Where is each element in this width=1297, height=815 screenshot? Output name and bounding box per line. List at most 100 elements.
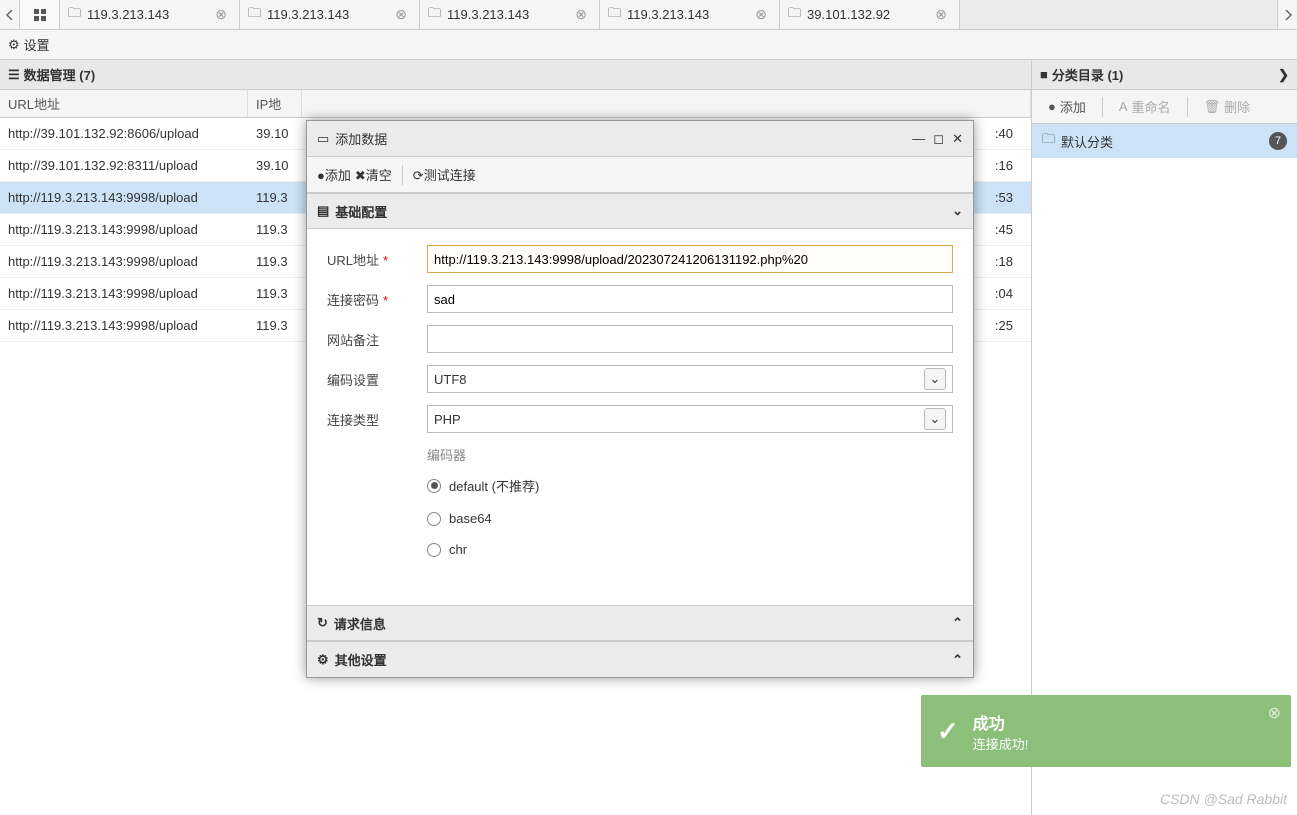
tab-item[interactable]: 🗀 119.3.213.143 ⊗ <box>60 0 240 29</box>
check-icon: ✓ <box>937 716 959 747</box>
toast-text: 成功 连接成功! <box>973 710 1029 753</box>
encoder-option[interactable]: chr <box>427 542 953 557</box>
delete-button[interactable]: 🗑删除 <box>1196 93 1259 120</box>
minimize-icon[interactable]: — <box>912 131 925 147</box>
url-label: URL地址* <box>327 250 427 269</box>
password-row: 连接密码* <box>327 285 953 313</box>
close-icon[interactable]: ⊗ <box>391 6 411 23</box>
success-toast: ✓ 成功 连接成功! ⊗ <box>921 695 1291 767</box>
encoding-select[interactable]: UTF8 ⌄ <box>427 365 953 393</box>
folder-icon: 🗀 <box>248 4 261 26</box>
col-rest <box>302 90 1031 117</box>
tab-item[interactable]: 🗀119.3.213.143⊗ <box>420 0 600 29</box>
modal-toolbar: ●添加 ✖清空 ⟳测试连接 <box>307 157 973 193</box>
separator <box>1102 97 1103 117</box>
tab-label: 119.3.213.143 <box>627 7 709 22</box>
toast-message: 连接成功! <box>973 734 1029 753</box>
radio-label: base64 <box>449 511 492 526</box>
category-toolbar: ●添加 A重命名 🗑删除 <box>1032 90 1297 124</box>
folder-icon: ■ <box>1040 67 1048 82</box>
category-header: ■ 分类目录 (1) ❯ <box>1032 60 1297 90</box>
tabs-list: 🗀 119.3.213.143 ⊗ 🗀 119.3.213.143 ⊗ 🗀 119.3.2… <box>60 0 1277 29</box>
grid-icon <box>33 8 47 22</box>
close-icon[interactable]: ⊗ <box>1268 703 1281 723</box>
tab-item[interactable]: 🗀 119.3.213.143 ⊗ <box>240 0 420 29</box>
tab-item[interactable]: 🗀 119.3.213.143 ⊗ <box>600 0 780 29</box>
chevron-up-icon: ⌃ <box>952 615 963 631</box>
folder-icon: 🗀 <box>68 4 81 26</box>
clear-button[interactable]: ✖清空 <box>355 165 392 184</box>
settings-label[interactable]: 设置 <box>24 35 50 54</box>
tab-scroll-right[interactable] <box>1277 0 1297 29</box>
settings-bar: ⚙ 设置 <box>0 30 1297 60</box>
folder-icon: 🗀 <box>788 4 801 26</box>
tab-scroll-left[interactable] <box>0 0 20 29</box>
add-button[interactable]: ●添加 <box>1040 93 1094 120</box>
accordion-basic-head[interactable]: ▤ 基础配置 ⌄ <box>307 193 973 229</box>
close-icon[interactable]: ⊗ <box>931 6 951 23</box>
cell-url: http://119.3.213.143:9998/upload <box>0 286 248 301</box>
close-icon[interactable]: ⊗ <box>571 6 591 23</box>
chevron-down-icon[interactable]: ⌄ <box>924 408 946 430</box>
url-row: URL地址* <box>327 245 953 273</box>
maximize-icon[interactable]: ◻ <box>933 131 944 147</box>
tabs-bar: 🗀 119.3.213.143 ⊗ 🗀 119.3.213.143 ⊗ 🗀 119.3.2… <box>0 0 1297 30</box>
type-select[interactable]: PHP ⌄ <box>427 405 953 433</box>
refresh-icon: ↻ <box>317 615 328 631</box>
tab-item[interactable]: 🗀 39.101.132.92 ⊗ <box>780 0 960 29</box>
spinner-icon: ⟳ <box>413 168 424 183</box>
category-item[interactable]: 🗀 默认分类 7 <box>1032 124 1297 158</box>
tab-label: 39.101.132.92 <box>807 7 890 22</box>
encoder-option[interactable]: base64 <box>427 511 953 526</box>
radio-icon <box>427 543 441 557</box>
folder-icon: 🗀 <box>1042 130 1055 152</box>
cell-url: http://119.3.213.143:9998/upload <box>0 254 248 269</box>
encoding-label: 编码设置 <box>327 370 427 389</box>
close-icon[interactable]: ⊗ <box>751 6 771 23</box>
password-input[interactable] <box>427 285 953 313</box>
toast-title: 成功 <box>973 710 1029 734</box>
cell-ip: 119.3 <box>248 190 302 205</box>
cell-url: http://39.101.132.92:8606/upload <box>0 126 248 141</box>
remark-row: 网站备注 <box>327 325 953 353</box>
accordion-request-head[interactable]: ↻ 请求信息 ⌃ <box>307 605 973 641</box>
font-icon: A <box>1119 99 1128 114</box>
window-icon: ▭ <box>317 131 329 147</box>
folder-icon: 🗀 <box>428 4 441 26</box>
col-ip[interactable]: IP地 <box>248 90 302 117</box>
accordion-other-head[interactable]: ⚙ 其他设置 ⌃ <box>307 641 973 677</box>
tab-label: 119.3.213.143 <box>267 7 349 22</box>
chevron-right-icon[interactable]: ❯ <box>1278 67 1289 83</box>
separator <box>1187 97 1188 117</box>
tab-label: 119.3.213.143 <box>87 7 169 22</box>
remark-input[interactable] <box>427 325 953 353</box>
col-url[interactable]: URL地址 <box>0 90 248 117</box>
accordion-label: 基础配置 <box>335 202 387 221</box>
watermark: CSDN @Sad Rabbit <box>1160 791 1287 807</box>
modal-titlebar[interactable]: ▭ 添加数据 — ◻ ✕ <box>307 121 973 157</box>
trash-icon: 🗑 <box>1204 99 1221 115</box>
password-label: 连接密码* <box>327 290 427 309</box>
encoder-option[interactable]: default (不推荐) <box>427 476 953 495</box>
chevron-down-icon[interactable]: ⌄ <box>924 368 946 390</box>
modal-title-text: 添加数据 <box>335 129 387 148</box>
accordion-label: 请求信息 <box>334 614 386 633</box>
cell-url: http://39.101.132.92:8311/upload <box>0 158 248 173</box>
count-badge: 7 <box>1269 132 1287 150</box>
rename-button[interactable]: A重命名 <box>1111 93 1179 120</box>
file-icon: ▤ <box>317 203 329 219</box>
cell-ip: 119.3 <box>248 286 302 301</box>
category-label: 默认分类 <box>1061 132 1113 151</box>
close-icon[interactable]: ✕ <box>952 131 963 147</box>
url-input[interactable] <box>427 245 953 273</box>
add-button[interactable]: ●添加 <box>317 165 351 184</box>
remark-label: 网站备注 <box>327 330 427 349</box>
folder-icon: 🗀 <box>608 4 621 26</box>
chevron-down-icon: ⌄ <box>952 203 963 219</box>
tab-home[interactable] <box>20 0 60 29</box>
test-button[interactable]: ⟳测试连接 <box>413 165 476 184</box>
plus-icon: ● <box>1048 99 1056 114</box>
panel-title: 数据管理 (7) <box>24 65 96 84</box>
type-row: 连接类型 PHP ⌄ <box>327 405 953 433</box>
close-icon[interactable]: ⊗ <box>211 6 231 23</box>
